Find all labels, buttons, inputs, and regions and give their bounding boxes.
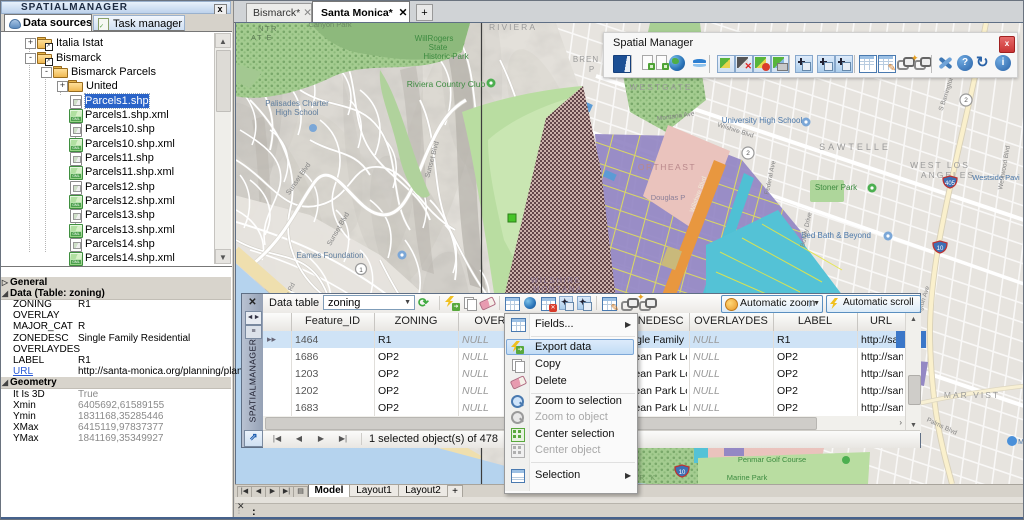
svg-text:State: State <box>429 43 448 52</box>
svg-text:WESTGATE: WESTGATE <box>629 82 692 92</box>
svg-text:Bed Bath & Beyond: Bed Bath & Beyond <box>801 231 871 240</box>
svg-text:10: 10 <box>937 246 944 252</box>
svg-text:10: 10 <box>679 470 686 476</box>
svg-text:Historic Park: Historic Park <box>423 52 469 61</box>
svg-text:P: P <box>589 65 595 74</box>
svg-text:WillRogers: WillRogers <box>415 34 454 43</box>
svg-text:Marine Park: Marine Park <box>727 473 768 482</box>
svg-text:ORTHEAST: ORTHEAST <box>638 162 696 172</box>
svg-text:Westside Pavi: Westside Pavi <box>972 173 1020 182</box>
svg-text:MAR VIST: MAR VIST <box>944 390 1000 400</box>
svg-text:WEST LOS: WEST LOS <box>910 160 970 170</box>
svg-text:WILSHIRE: WILSHIRE <box>531 276 582 285</box>
svg-text:Penmar Golf Course: Penmar Golf Course <box>738 455 806 464</box>
svg-text:Palisades Charter: Palisades Charter <box>265 99 329 108</box>
svg-text:M: M <box>1018 439 1024 446</box>
svg-text:SAWTELLE: SAWTELLE <box>819 142 891 152</box>
svg-text:Eames Foundation: Eames Foundation <box>296 251 363 260</box>
svg-text:2: 2 <box>746 150 750 157</box>
svg-text:405: 405 <box>945 181 956 187</box>
svg-text:BREN: BREN <box>573 55 599 64</box>
svg-text:Riviera Country Club: Riviera Country Club <box>407 79 486 89</box>
svg-text:RIVIERA: RIVIERA <box>489 23 537 32</box>
svg-text:Douglas P: Douglas P <box>651 193 686 202</box>
svg-text:University High School: University High School <box>722 116 803 125</box>
svg-text:AT E: AT E <box>251 33 273 42</box>
svg-text:NTR: NTR <box>258 24 278 33</box>
svg-text:1: 1 <box>359 267 363 274</box>
svg-text:High School: High School <box>275 108 318 117</box>
svg-text:Canyon Park: Canyon Park <box>308 23 352 29</box>
svg-text:2: 2 <box>964 97 968 104</box>
svg-text:Stoner Park: Stoner Park <box>815 183 858 192</box>
